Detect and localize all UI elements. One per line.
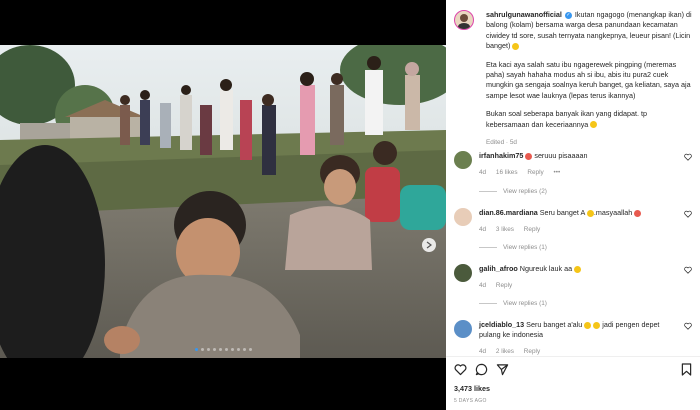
grin-emoji-icon bbox=[584, 321, 592, 329]
author-avatar[interactable] bbox=[454, 10, 474, 30]
chevron-right-icon bbox=[426, 241, 432, 249]
commenter-username[interactable]: galih_afroo bbox=[479, 264, 518, 273]
edited-label: Edited bbox=[486, 139, 505, 147]
smile-emoji-icon bbox=[590, 121, 598, 129]
comment-age: 4d bbox=[479, 282, 487, 289]
carousel-indicator bbox=[0, 348, 446, 351]
commenter-avatar[interactable] bbox=[454, 151, 472, 169]
comment-like-heart-icon[interactable] bbox=[684, 210, 692, 218]
view-replies-button[interactable]: View replies (1) bbox=[479, 300, 547, 307]
comments-scroll[interactable]: sahrulgunawanofficial ✓ Ikutan ngagogo (… bbox=[446, 0, 700, 356]
caption-meta: Edited · 5d bbox=[486, 139, 517, 147]
carousel-dot[interactable] bbox=[248, 348, 252, 351]
comment-item: jceldiablo_13 Seru banget a'alu jadi pen… bbox=[454, 320, 694, 356]
comment-text: Ngureuk lauk aa bbox=[519, 264, 573, 273]
commenter-username[interactable]: irfanhakim75 bbox=[479, 151, 523, 160]
comment-text-continued: .masyaallah bbox=[593, 208, 633, 217]
commenter-avatar[interactable] bbox=[454, 264, 472, 282]
likes-count[interactable]: 3,473 likes bbox=[454, 384, 490, 393]
photo-illustration bbox=[0, 45, 446, 358]
caption-paragraph-3: Bukan soal seberapa banyak ikan yang did… bbox=[486, 109, 692, 130]
next-slide-button[interactable] bbox=[422, 238, 436, 252]
comment-icon[interactable] bbox=[475, 363, 488, 376]
verified-badge-icon: ✓ bbox=[564, 11, 572, 19]
comment-likes[interactable]: 2 likes bbox=[496, 348, 514, 355]
carousel-dot[interactable] bbox=[212, 348, 216, 351]
carousel-dot[interactable] bbox=[206, 348, 210, 351]
post-timestamp: 5 DAYS AGO bbox=[454, 398, 487, 404]
comment-item: dian.86.mardiana Seru banget A .masyaall… bbox=[454, 208, 694, 235]
media-pane bbox=[0, 0, 446, 409]
view-replies-button[interactable]: View replies (1) bbox=[479, 244, 547, 251]
caption-paragraph-1: sahrulgunawanofficial ✓ Ikutan ngagogo (… bbox=[486, 10, 692, 52]
carousel-dot[interactable] bbox=[236, 348, 240, 351]
carousel-dot[interactable] bbox=[242, 348, 246, 351]
caption-text: Eta kaci aya salah satu ibu ngagerewek p… bbox=[486, 59, 691, 100]
commenter-username[interactable]: dian.86.mardiana bbox=[479, 208, 538, 217]
commenter-avatar[interactable] bbox=[454, 208, 472, 226]
grin-emoji-icon bbox=[593, 321, 601, 329]
view-replies-button[interactable]: View replies (2) bbox=[479, 188, 547, 195]
commenter-avatar[interactable] bbox=[454, 320, 472, 338]
author-username[interactable]: sahrulgunawanofficial bbox=[486, 10, 562, 19]
carousel-dot[interactable] bbox=[194, 348, 198, 351]
comment-likes[interactable]: 16 likes bbox=[496, 169, 518, 176]
comment-text: Seru banget A bbox=[539, 208, 585, 217]
comment-age: 4d bbox=[479, 169, 487, 176]
reply-button[interactable]: Reply bbox=[496, 282, 512, 289]
reply-button[interactable]: Reply bbox=[524, 348, 540, 355]
comment-item: galih_afroo Ngureuk lauk aa 4d Reply bbox=[454, 264, 694, 291]
comment-text: Seru banget a'alu bbox=[526, 320, 583, 329]
comment-likes[interactable]: 3 likes bbox=[496, 226, 514, 233]
smile-emoji-icon bbox=[512, 42, 520, 50]
carousel-dot[interactable] bbox=[218, 348, 222, 351]
comment-text: seruuu pisaaaan bbox=[534, 151, 588, 160]
fire-emoji-icon bbox=[525, 152, 533, 160]
reply-button[interactable]: Reply bbox=[527, 169, 543, 176]
post-age: 5d bbox=[509, 139, 517, 147]
more-options-icon[interactable]: ••• bbox=[553, 169, 560, 176]
comment-like-heart-icon[interactable] bbox=[684, 322, 692, 330]
heart-eyes-emoji-icon bbox=[634, 209, 642, 217]
reply-button[interactable]: Reply bbox=[524, 226, 540, 233]
comment-like-heart-icon[interactable] bbox=[684, 266, 692, 274]
post-actions-bar: 3,473 likes 5 DAYS AGO bbox=[446, 356, 700, 410]
post-sidebar: sahrulgunawanofficial ✓ Ikutan ngagogo (… bbox=[446, 0, 700, 410]
grin-emoji-icon bbox=[586, 209, 594, 217]
caption-paragraph-2: Eta kaci aya salah satu ibu ngagerewek p… bbox=[486, 60, 692, 102]
bookmark-icon[interactable] bbox=[681, 363, 692, 376]
carousel-dot[interactable] bbox=[200, 348, 204, 351]
commenter-username[interactable]: jceldiablo_13 bbox=[479, 320, 524, 329]
caption-text: Bukan soal seberapa banyak ikan yang did… bbox=[486, 109, 648, 129]
post-photo[interactable] bbox=[0, 45, 446, 358]
comment-age: 4d bbox=[479, 226, 487, 233]
carousel-dot[interactable] bbox=[224, 348, 228, 351]
heart-icon[interactable] bbox=[454, 363, 467, 376]
comment-like-heart-icon[interactable] bbox=[684, 153, 692, 161]
comment-item: irfanhakim75 seruuu pisaaaan 4d 16 likes… bbox=[454, 151, 694, 178]
laugh-emoji-icon bbox=[574, 265, 582, 273]
carousel-dot[interactable] bbox=[230, 348, 234, 351]
post-caption: sahrulgunawanofficial ✓ Ikutan ngagogo (… bbox=[446, 0, 700, 148]
share-icon[interactable] bbox=[496, 363, 509, 376]
comment-age: 4d bbox=[479, 348, 487, 355]
